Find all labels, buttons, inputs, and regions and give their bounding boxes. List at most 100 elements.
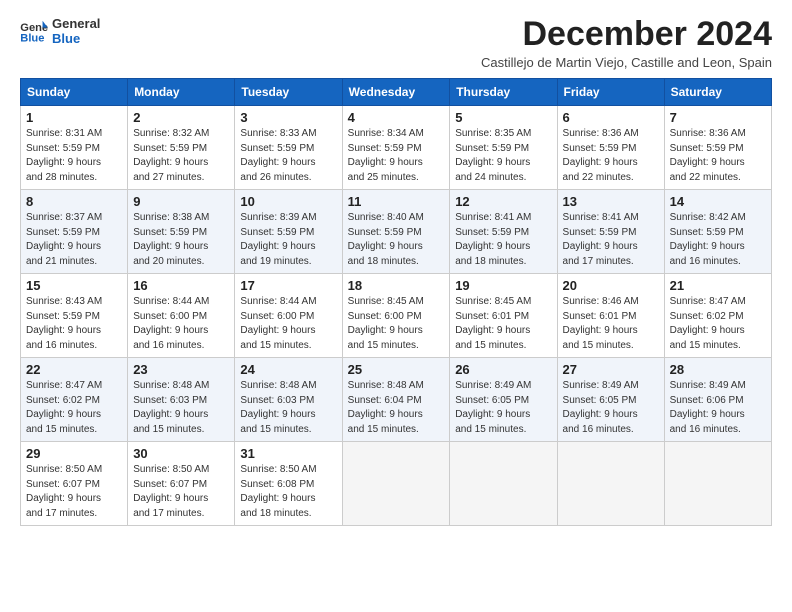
day-info: Sunrise: 8:48 AM Sunset: 6:04 PM Dayligh… — [348, 379, 445, 437]
day-number: 22 — [26, 362, 122, 377]
day-info: Sunrise: 8:38 AM Sunset: 5:59 PM Dayligh… — [133, 211, 229, 269]
day-number: 30 — [133, 446, 229, 461]
day-number: 4 — [348, 110, 445, 125]
calendar-cell: 30 Sunrise: 8:50 AM Sunset: 6:07 PM Dayli… — [128, 442, 235, 526]
day-number: 11 — [348, 194, 445, 209]
day-info: Sunrise: 8:47 AM Sunset: 6:02 PM Dayligh… — [26, 379, 122, 437]
calendar-cell: 23 Sunrise: 8:48 AM Sunset: 6:03 PM Dayli… — [128, 358, 235, 442]
day-info: Sunrise: 8:44 AM Sunset: 6:00 PM Dayligh… — [240, 295, 336, 353]
calendar-cell: 4 Sunrise: 8:34 AM Sunset: 5:59 PM Daylig… — [342, 106, 450, 190]
calendar-cell: 24 Sunrise: 8:48 AM Sunset: 6:03 PM Dayli… — [235, 358, 342, 442]
day-number: 24 — [240, 362, 336, 377]
day-number: 25 — [348, 362, 445, 377]
day-header-tuesday: Tuesday — [235, 79, 342, 106]
calendar-cell: 7 Sunrise: 8:36 AM Sunset: 5:59 PM Daylig… — [664, 106, 771, 190]
day-number: 20 — [563, 278, 659, 293]
calendar-cell: 19 Sunrise: 8:45 AM Sunset: 6:01 PM Dayli… — [450, 274, 557, 358]
day-number: 15 — [26, 278, 122, 293]
calendar-cell: 29 Sunrise: 8:50 AM Sunset: 6:07 PM Dayli… — [21, 442, 128, 526]
day-info: Sunrise: 8:42 AM Sunset: 5:59 PM Dayligh… — [670, 211, 766, 269]
calendar-cell: 8Sunrise: 8:37 AM Sunset: 5:59 PM Daylig… — [21, 190, 128, 274]
day-info: Sunrise: 8:36 AM Sunset: 5:59 PM Dayligh… — [670, 127, 766, 185]
calendar-cell: 1 Sunrise: 8:31 AM Sunset: 5:59 PM Daylig… — [21, 106, 128, 190]
day-number: 16 — [133, 278, 229, 293]
calendar-cell: 2Sunrise: 8:32 AM Sunset: 5:59 PM Daylig… — [128, 106, 235, 190]
day-info: Sunrise: 8:48 AM Sunset: 6:03 PM Dayligh… — [240, 379, 336, 437]
calendar-cell: 26Sunrise: 8:49 AM Sunset: 6:05 PM Dayli… — [450, 358, 557, 442]
calendar-cell: 11 Sunrise: 8:40 AM Sunset: 5:59 PM Dayli… — [342, 190, 450, 274]
calendar-cell: 6Sunrise: 8:36 AM Sunset: 5:59 PM Daylig… — [557, 106, 664, 190]
day-number: 29 — [26, 446, 122, 461]
day-number: 19 — [455, 278, 551, 293]
day-info: Sunrise: 8:49 AM Sunset: 6:05 PM Dayligh… — [563, 379, 659, 437]
day-number: 28 — [670, 362, 766, 377]
logo-line1: General — [52, 16, 100, 31]
location-subtitle: Castillejo de Martin Viejo, Castille and… — [481, 55, 772, 70]
day-info: Sunrise: 8:49 AM Sunset: 6:06 PM Dayligh… — [670, 379, 766, 437]
day-number: 9 — [133, 194, 229, 209]
calendar-cell: 22 Sunrise: 8:47 AM Sunset: 6:02 PM Dayli… — [21, 358, 128, 442]
day-info: Sunrise: 8:47 AM Sunset: 6:02 PM Dayligh… — [670, 295, 766, 353]
calendar-cell: 20 Sunrise: 8:46 AM Sunset: 6:01 PM Dayli… — [557, 274, 664, 358]
day-info: Sunrise: 8:33 AM Sunset: 5:59 PM Dayligh… — [240, 127, 336, 185]
day-number: 7 — [670, 110, 766, 125]
calendar-cell: 15 Sunrise: 8:43 AM Sunset: 5:59 PM Dayli… — [21, 274, 128, 358]
day-info: Sunrise: 8:34 AM Sunset: 5:59 PM Dayligh… — [348, 127, 445, 185]
day-number: 18 — [348, 278, 445, 293]
day-info: Sunrise: 8:46 AM Sunset: 6:01 PM Dayligh… — [563, 295, 659, 353]
calendar: SundayMondayTuesdayWednesdayThursdayFrid… — [20, 78, 772, 526]
day-header-sunday: Sunday — [21, 79, 128, 106]
calendar-cell — [450, 442, 557, 526]
day-number: 10 — [240, 194, 336, 209]
day-number: 2 — [133, 110, 229, 125]
day-info: Sunrise: 8:44 AM Sunset: 6:00 PM Dayligh… — [133, 295, 229, 353]
day-number: 23 — [133, 362, 229, 377]
title-area: December 2024 Castillejo de Martin Viejo… — [481, 16, 772, 70]
day-info: Sunrise: 8:43 AM Sunset: 5:59 PM Dayligh… — [26, 295, 122, 353]
day-info: Sunrise: 8:45 AM Sunset: 6:01 PM Dayligh… — [455, 295, 551, 353]
day-info: Sunrise: 8:45 AM Sunset: 6:00 PM Dayligh… — [348, 295, 445, 353]
logo-icon: General Blue — [20, 19, 48, 43]
calendar-cell: 25 Sunrise: 8:48 AM Sunset: 6:04 PM Dayli… — [342, 358, 450, 442]
day-header-thursday: Thursday — [450, 79, 557, 106]
calendar-cell: 17Sunrise: 8:44 AM Sunset: 6:00 PM Dayli… — [235, 274, 342, 358]
calendar-cell: 21 Sunrise: 8:47 AM Sunset: 6:02 PM Dayli… — [664, 274, 771, 358]
day-info: Sunrise: 8:50 AM Sunset: 6:07 PM Dayligh… — [133, 463, 229, 521]
day-number: 14 — [670, 194, 766, 209]
calendar-cell: 10Sunrise: 8:39 AM Sunset: 5:59 PM Dayli… — [235, 190, 342, 274]
calendar-cell — [557, 442, 664, 526]
day-header-monday: Monday — [128, 79, 235, 106]
day-info: Sunrise: 8:48 AM Sunset: 6:03 PM Dayligh… — [133, 379, 229, 437]
logo-line2: Blue — [52, 31, 100, 46]
day-info: Sunrise: 8:41 AM Sunset: 5:59 PM Dayligh… — [563, 211, 659, 269]
day-header-friday: Friday — [557, 79, 664, 106]
day-number: 21 — [670, 278, 766, 293]
header: General Blue General Blue December 2024 … — [20, 16, 772, 70]
calendar-cell: 28 Sunrise: 8:49 AM Sunset: 6:06 PM Dayli… — [664, 358, 771, 442]
day-number: 13 — [563, 194, 659, 209]
calendar-cell — [342, 442, 450, 526]
calendar-cell: 31Sunrise: 8:50 AM Sunset: 6:08 PM Dayli… — [235, 442, 342, 526]
day-header-wednesday: Wednesday — [342, 79, 450, 106]
calendar-cell: 27 Sunrise: 8:49 AM Sunset: 6:05 PM Dayli… — [557, 358, 664, 442]
day-info: Sunrise: 8:31 AM Sunset: 5:59 PM Dayligh… — [26, 127, 122, 185]
day-number: 5 — [455, 110, 551, 125]
calendar-cell: 3 Sunrise: 8:33 AM Sunset: 5:59 PM Daylig… — [235, 106, 342, 190]
day-info: Sunrise: 8:37 AM Sunset: 5:59 PM Dayligh… — [26, 211, 122, 269]
calendar-cell: 14 Sunrise: 8:42 AM Sunset: 5:59 PM Dayli… — [664, 190, 771, 274]
calendar-cell — [664, 442, 771, 526]
calendar-cell: 18 Sunrise: 8:45 AM Sunset: 6:00 PM Dayli… — [342, 274, 450, 358]
day-info: Sunrise: 8:50 AM Sunset: 6:07 PM Dayligh… — [26, 463, 122, 521]
day-number: 12 — [455, 194, 551, 209]
day-number: 31 — [240, 446, 336, 461]
day-number: 1 — [26, 110, 122, 125]
day-number: 27 — [563, 362, 659, 377]
calendar-cell: 13 Sunrise: 8:41 AM Sunset: 5:59 PM Dayli… — [557, 190, 664, 274]
day-info: Sunrise: 8:41 AM Sunset: 5:59 PM Dayligh… — [455, 211, 551, 269]
day-info: Sunrise: 8:40 AM Sunset: 5:59 PM Dayligh… — [348, 211, 445, 269]
day-info: Sunrise: 8:36 AM Sunset: 5:59 PM Dayligh… — [563, 127, 659, 185]
calendar-cell: 9 Sunrise: 8:38 AM Sunset: 5:59 PM Daylig… — [128, 190, 235, 274]
day-number: 3 — [240, 110, 336, 125]
day-header-saturday: Saturday — [664, 79, 771, 106]
calendar-cell: 12 Sunrise: 8:41 AM Sunset: 5:59 PM Dayli… — [450, 190, 557, 274]
